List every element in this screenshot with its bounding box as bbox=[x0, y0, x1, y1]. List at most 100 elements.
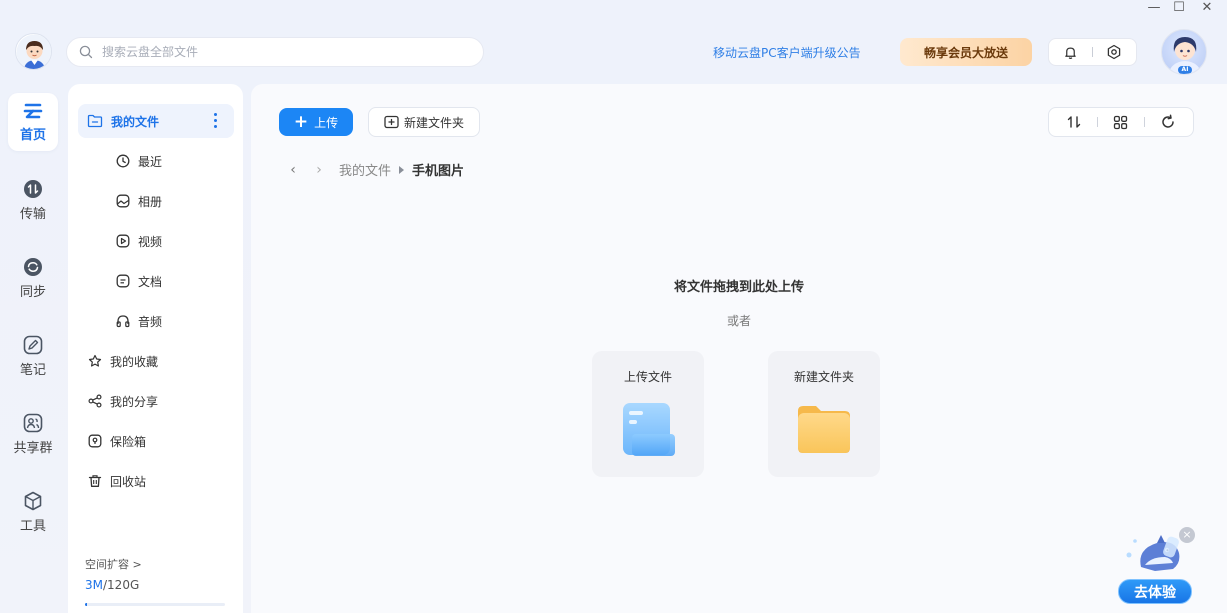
main-panel: + 上传 新建文件夹 ‹ › 我的文件 手机图片 将文件拖拽到此处上传 或者 上… bbox=[251, 84, 1227, 613]
divider bbox=[1096, 117, 1098, 127]
upgrade-notice-link[interactable]: 移动云盘PC客户端升级公告 bbox=[713, 44, 861, 61]
breadcrumb-current: 手机图片 bbox=[412, 164, 465, 179]
sidebar-item-audio[interactable]: 音频 bbox=[116, 304, 162, 338]
title-bar: — ☐ ✕ bbox=[0, 0, 1227, 20]
sidebar-item-label: 保险箱 bbox=[110, 434, 147, 449]
rail-label: 同步 bbox=[19, 284, 46, 300]
upload-button[interactable]: + 上传 bbox=[279, 108, 353, 136]
grid-icon[interactable] bbox=[1111, 112, 1131, 132]
more-options-icon[interactable] bbox=[214, 113, 218, 128]
folder-icon bbox=[796, 403, 852, 459]
rail-item-home[interactable]: 首页 bbox=[8, 93, 58, 151]
storage-total-value: /120G bbox=[103, 578, 140, 592]
new-folder-button[interactable]: 新建文件夹 bbox=[368, 107, 480, 137]
vault-icon bbox=[88, 434, 102, 448]
sync-icon bbox=[24, 257, 42, 276]
divider bbox=[1144, 117, 1146, 127]
album-icon bbox=[116, 194, 130, 208]
promo-widget: × 去体验 bbox=[1115, 527, 1197, 605]
rail-label: 笔记 bbox=[19, 362, 46, 378]
sidebar-item-label: 音频 bbox=[138, 314, 163, 329]
upload-file-card[interactable]: 上传文件 bbox=[592, 351, 704, 477]
rail-label: 共享群 bbox=[13, 440, 53, 456]
sidebar-item-recent[interactable]: 最近 bbox=[116, 144, 162, 178]
promo-try-button[interactable]: 去体验 bbox=[1118, 579, 1192, 604]
storage-progress-bar bbox=[85, 603, 225, 606]
storage-expand-link[interactable]: 空间扩容 > bbox=[85, 556, 142, 572]
user-avatar[interactable] bbox=[15, 33, 52, 70]
ai-badge: AI bbox=[1181, 66, 1189, 73]
sort-icon[interactable] bbox=[1064, 112, 1084, 132]
storage-usage: 3M/120G bbox=[85, 578, 139, 592]
sidebar-item-document[interactable]: 文档 bbox=[116, 264, 162, 298]
bell-icon[interactable] bbox=[1061, 42, 1081, 62]
sidebar-item-label: 我的分享 bbox=[110, 394, 159, 409]
note-icon bbox=[23, 335, 43, 354]
rail-item-transfer[interactable]: 传输 bbox=[8, 171, 58, 229]
sidebar-item-label: 我的文件 bbox=[111, 114, 160, 129]
plus-icon: + bbox=[293, 111, 309, 132]
document-icon bbox=[116, 274, 130, 288]
new-folder-card[interactable]: 新建文件夹 bbox=[768, 351, 880, 477]
header-icon-group bbox=[1048, 38, 1137, 66]
ai-assistant-avatar[interactable]: AI bbox=[1161, 29, 1207, 75]
refresh-icon[interactable] bbox=[1158, 112, 1178, 132]
minimize-button[interactable]: — bbox=[1140, 0, 1168, 18]
rail-label: 首页 bbox=[19, 127, 46, 143]
sidebar-item-label: 相册 bbox=[138, 194, 163, 209]
trash-icon bbox=[88, 475, 102, 487]
sidebar-item-label: 视频 bbox=[138, 234, 163, 249]
card-label: 新建文件夹 bbox=[793, 370, 854, 384]
divider bbox=[1091, 47, 1093, 57]
search-icon bbox=[79, 45, 93, 59]
rail-item-tools[interactable]: 工具 bbox=[8, 483, 58, 541]
sidebar-item-video[interactable]: 视频 bbox=[116, 224, 162, 258]
sidebar-item-vault[interactable]: 保险箱 bbox=[88, 424, 146, 458]
forward-arrow-icon[interactable]: › bbox=[311, 162, 327, 178]
share-icon bbox=[88, 394, 102, 408]
rail-item-notes[interactable]: 笔记 bbox=[8, 327, 58, 385]
search-box[interactable] bbox=[66, 37, 484, 67]
rail-item-sync[interactable]: 同步 bbox=[8, 249, 58, 307]
view-toolbar bbox=[1048, 107, 1194, 137]
storage-used-value: 3M bbox=[85, 578, 103, 592]
headphones-icon bbox=[116, 315, 130, 328]
drop-zone-title: 将文件拖拽到此处上传 bbox=[673, 280, 804, 295]
sidebar-item-my-files[interactable]: 我的文件 bbox=[78, 104, 234, 138]
group-icon bbox=[23, 413, 43, 432]
sidebar-item-label: 文档 bbox=[138, 274, 163, 289]
sidebar-item-shares[interactable]: 我的分享 bbox=[88, 384, 158, 418]
sidebar-item-label: 回收站 bbox=[110, 474, 147, 489]
upload-file-icon bbox=[620, 403, 676, 461]
back-arrow-icon[interactable]: ‹ bbox=[285, 162, 301, 178]
sidebar-item-recycle-bin[interactable]: 回收站 bbox=[88, 464, 146, 498]
add-folder-icon bbox=[384, 115, 399, 129]
breadcrumb-parent[interactable]: 我的文件 bbox=[339, 160, 391, 179]
search-input[interactable] bbox=[102, 45, 462, 59]
breadcrumb-separator-icon bbox=[399, 165, 405, 174]
transfer-icon bbox=[24, 179, 42, 198]
close-window-button[interactable]: ✕ bbox=[1193, 0, 1221, 18]
sidebar-item-album[interactable]: 相册 bbox=[116, 184, 162, 218]
breadcrumb: ‹ › 我的文件 手机图片 bbox=[285, 160, 465, 180]
card-label: 上传文件 bbox=[623, 370, 672, 384]
video-icon bbox=[116, 234, 130, 248]
sidebar-item-label: 最近 bbox=[138, 154, 163, 169]
gear-icon[interactable] bbox=[1104, 42, 1124, 62]
vip-promo-button[interactable]: 畅享会员大放送 bbox=[900, 38, 1032, 66]
cloud-icon bbox=[23, 103, 43, 118]
sidebar-item-favorites[interactable]: 我的收藏 bbox=[88, 344, 158, 378]
rail-label: 传输 bbox=[19, 206, 46, 222]
promo-close-button[interactable]: × bbox=[1179, 527, 1195, 543]
storage-progress-fill bbox=[85, 603, 88, 606]
folder-minus-icon bbox=[87, 114, 103, 128]
drop-zone-or: 或者 bbox=[726, 314, 751, 328]
star-icon bbox=[88, 354, 102, 367]
rail-item-share-group[interactable]: 共享群 bbox=[8, 405, 58, 463]
sidebar-item-label: 我的收藏 bbox=[110, 354, 159, 369]
new-folder-button-label: 新建文件夹 bbox=[403, 115, 464, 130]
maximize-button[interactable]: ☐ bbox=[1165, 0, 1193, 18]
sidebar: 我的文件 最近 相册 视频 文档 音频 我的收藏 我的分享 保险箱 回收站 空间… bbox=[68, 84, 243, 613]
rail-label: 工具 bbox=[19, 518, 46, 534]
upload-button-label: 上传 bbox=[314, 115, 339, 130]
